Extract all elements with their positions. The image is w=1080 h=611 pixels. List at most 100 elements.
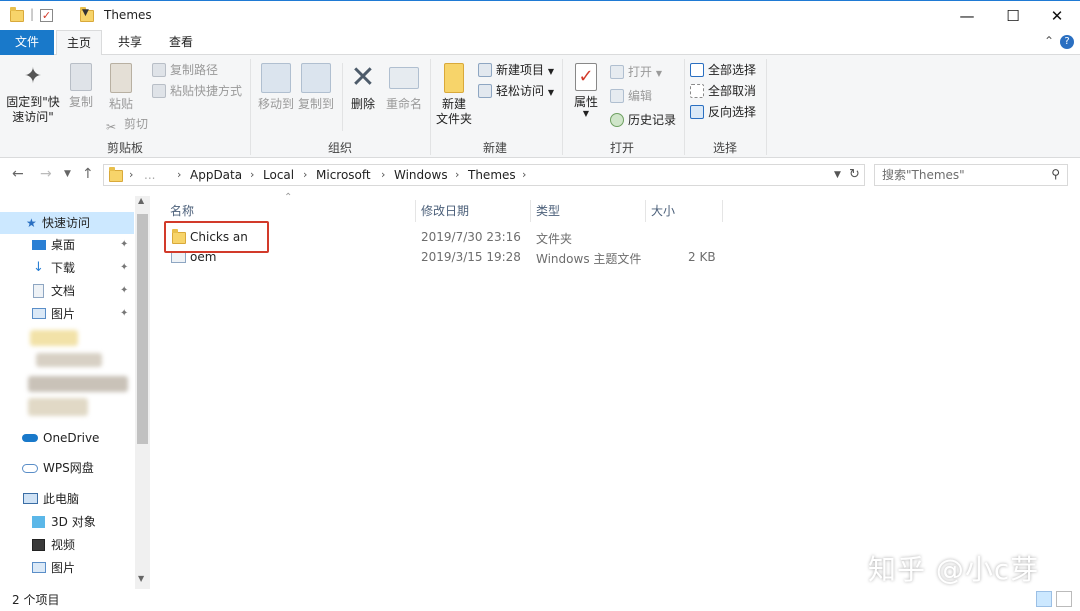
large-icons-view-icon[interactable] [1056, 591, 1072, 607]
scroll-down-icon[interactable]: ▼ [138, 574, 144, 583]
nav-this-pc[interactable]: 此电脑 [0, 488, 134, 510]
open-button[interactable]: 打开 ▼ [610, 64, 662, 80]
ribbon-separator [766, 59, 767, 155]
file-type: Windows 主题文件 [536, 252, 642, 266]
breadcrumb-appdata[interactable]: AppData [190, 168, 242, 182]
watermark: 知乎 @小c芽 [868, 553, 1040, 586]
invert-selection-button[interactable]: 反向选择 [690, 104, 756, 120]
search-box[interactable]: ⚲ [874, 164, 1068, 186]
edit-label: 编辑 [628, 89, 653, 103]
cut-button[interactable]: ✂ 剪切 [106, 116, 148, 134]
address-dropdown-chevron-icon[interactable]: ▼ [834, 170, 841, 180]
breadcrumb-separator-icon[interactable]: › [381, 168, 385, 181]
copy-path-button[interactable]: 复制路径 [152, 62, 218, 78]
select-none-icon [690, 84, 704, 98]
breadcrumb-separator-icon[interactable]: › [129, 168, 133, 181]
select-none-button[interactable]: 全部取消 [690, 83, 756, 99]
edit-button[interactable]: 编辑 [610, 88, 652, 104]
blurred-item [28, 398, 88, 416]
nav-onedrive[interactable]: OneDrive [0, 427, 134, 449]
breadcrumb-hidden[interactable]: ... [144, 168, 155, 182]
properties-quick-icon[interactable]: ✓ [40, 9, 53, 22]
pin-icon[interactable]: ✦ [120, 234, 128, 256]
new-folder-icon [444, 63, 464, 93]
up-arrow-icon[interactable]: ↑ [82, 166, 94, 182]
paste-shortcut-button[interactable]: 粘贴快捷方式 [152, 83, 242, 99]
new-folder-button[interactable]: 新建 文件夹 [434, 63, 474, 127]
column-header-modified[interactable]: 修改日期 [415, 200, 531, 222]
delete-button[interactable]: ✕ 删除 [346, 63, 380, 112]
breadcrumb-separator-icon[interactable]: › [455, 168, 459, 181]
details-view-icon[interactable] [1036, 591, 1052, 607]
nav-desktop-label: 桌面 [51, 238, 76, 252]
ribbon-separator [430, 59, 431, 155]
breadcrumb-separator-icon[interactable]: › [250, 168, 254, 181]
folder-icon [10, 7, 24, 22]
breadcrumb-windows[interactable]: Windows [394, 168, 448, 182]
pin-icon[interactable]: ✦ [120, 257, 128, 279]
nav-pictures[interactable]: 图片 ✦ [0, 303, 134, 325]
nav-downloads[interactable]: ↓ 下载 ✦ [0, 257, 134, 279]
search-icon[interactable]: ⚲ [1051, 167, 1060, 181]
history-button[interactable]: 历史记录 [610, 112, 676, 128]
rename-button[interactable]: 重命名 [384, 63, 424, 112]
collapse-ribbon-chevron-icon[interactable]: ⌃ [1044, 34, 1054, 48]
help-icon[interactable]: ? [1060, 35, 1074, 49]
scissors-icon: ✂ [106, 120, 117, 134]
blurred-item [28, 376, 128, 392]
breadcrumb-themes[interactable]: Themes [468, 168, 516, 182]
column-header-name[interactable]: 名称 [164, 200, 416, 222]
breadcrumb-microsoft[interactable]: Microsoft [316, 168, 371, 182]
new-folder-label: 新建 文件夹 [435, 97, 472, 126]
recent-locations-chevron-icon[interactable]: ▼ [64, 169, 71, 179]
close-button[interactable]: ✕ [1034, 1, 1080, 31]
easy-access-button[interactable]: 轻松访问 ▼ [478, 83, 554, 99]
ribbon-separator [562, 59, 563, 155]
nav-3d-objects[interactable]: 3D 对象 [0, 511, 134, 533]
address-bar[interactable]: › ... › AppData › Local › Microsoft › Wi… [103, 164, 865, 186]
nav-pc-pictures[interactable]: 图片 [0, 557, 134, 579]
tab-file[interactable]: 文件 [0, 30, 54, 55]
column-header-type[interactable]: 类型 [530, 200, 646, 222]
breadcrumb-local[interactable]: Local [263, 168, 294, 182]
pin-to-quick-access-button[interactable]: ✦ 固定到"快 速访问" [4, 63, 62, 125]
invert-selection-label: 反向选择 [708, 105, 757, 119]
new-item-button[interactable]: 新建项目 ▼ [478, 62, 554, 78]
minimize-button[interactable]: — [944, 1, 990, 31]
breadcrumb-separator-icon[interactable]: › [177, 168, 181, 181]
copy-to-button[interactable]: 复制到 [296, 63, 336, 112]
paste-button[interactable]: 粘贴 [104, 63, 138, 112]
tab-share[interactable]: 共享 [108, 30, 152, 55]
nav-wps-drive[interactable]: WPS网盘 [0, 457, 134, 479]
tab-view[interactable]: 查看 [158, 30, 204, 55]
refresh-icon[interactable]: ↻ [849, 167, 860, 182]
tab-home[interactable]: 主页 [56, 30, 102, 56]
nav-quick-access[interactable]: ★ 快速访问 [0, 212, 134, 234]
scroll-up-icon[interactable]: ▲ [138, 196, 144, 205]
breadcrumb-separator-icon[interactable]: › [522, 168, 526, 181]
forward-arrow-icon[interactable]: → [40, 166, 52, 182]
search-input[interactable] [875, 165, 1035, 185]
navpane-scrollbar[interactable]: ▲ ▼ [135, 196, 150, 589]
properties-button[interactable]: ✓ 属性 ▼ [568, 63, 604, 118]
edit-icon [610, 89, 624, 103]
scrollbar-thumb[interactable] [137, 214, 148, 444]
film-icon [32, 539, 45, 551]
move-to-button[interactable]: 移动到 [256, 63, 296, 112]
select-all-button[interactable]: 全部选择 [690, 62, 756, 78]
pin-icon[interactable]: ✦ [120, 303, 128, 325]
cloud-icon [22, 434, 38, 442]
new-item-label: 新建项目 [496, 63, 545, 77]
quick-access-toolbar-dropdown-icon[interactable]: ▼ [82, 8, 89, 24]
nav-desktop[interactable]: 桌面 ✦ [0, 234, 134, 256]
cloud-icon [22, 464, 38, 473]
easy-access-label: 轻松访问 [496, 84, 545, 98]
maximize-button[interactable]: ☐ [990, 1, 1036, 31]
nav-videos[interactable]: 视频 [0, 534, 134, 556]
back-arrow-icon[interactable]: ← [12, 166, 24, 182]
nav-documents[interactable]: 文档 ✦ [0, 280, 134, 302]
copy-button[interactable]: 复制 [64, 63, 98, 110]
pin-icon[interactable]: ✦ [120, 280, 128, 302]
column-header-size[interactable]: 大小 [645, 200, 723, 222]
breadcrumb-separator-icon[interactable]: › [303, 168, 307, 181]
